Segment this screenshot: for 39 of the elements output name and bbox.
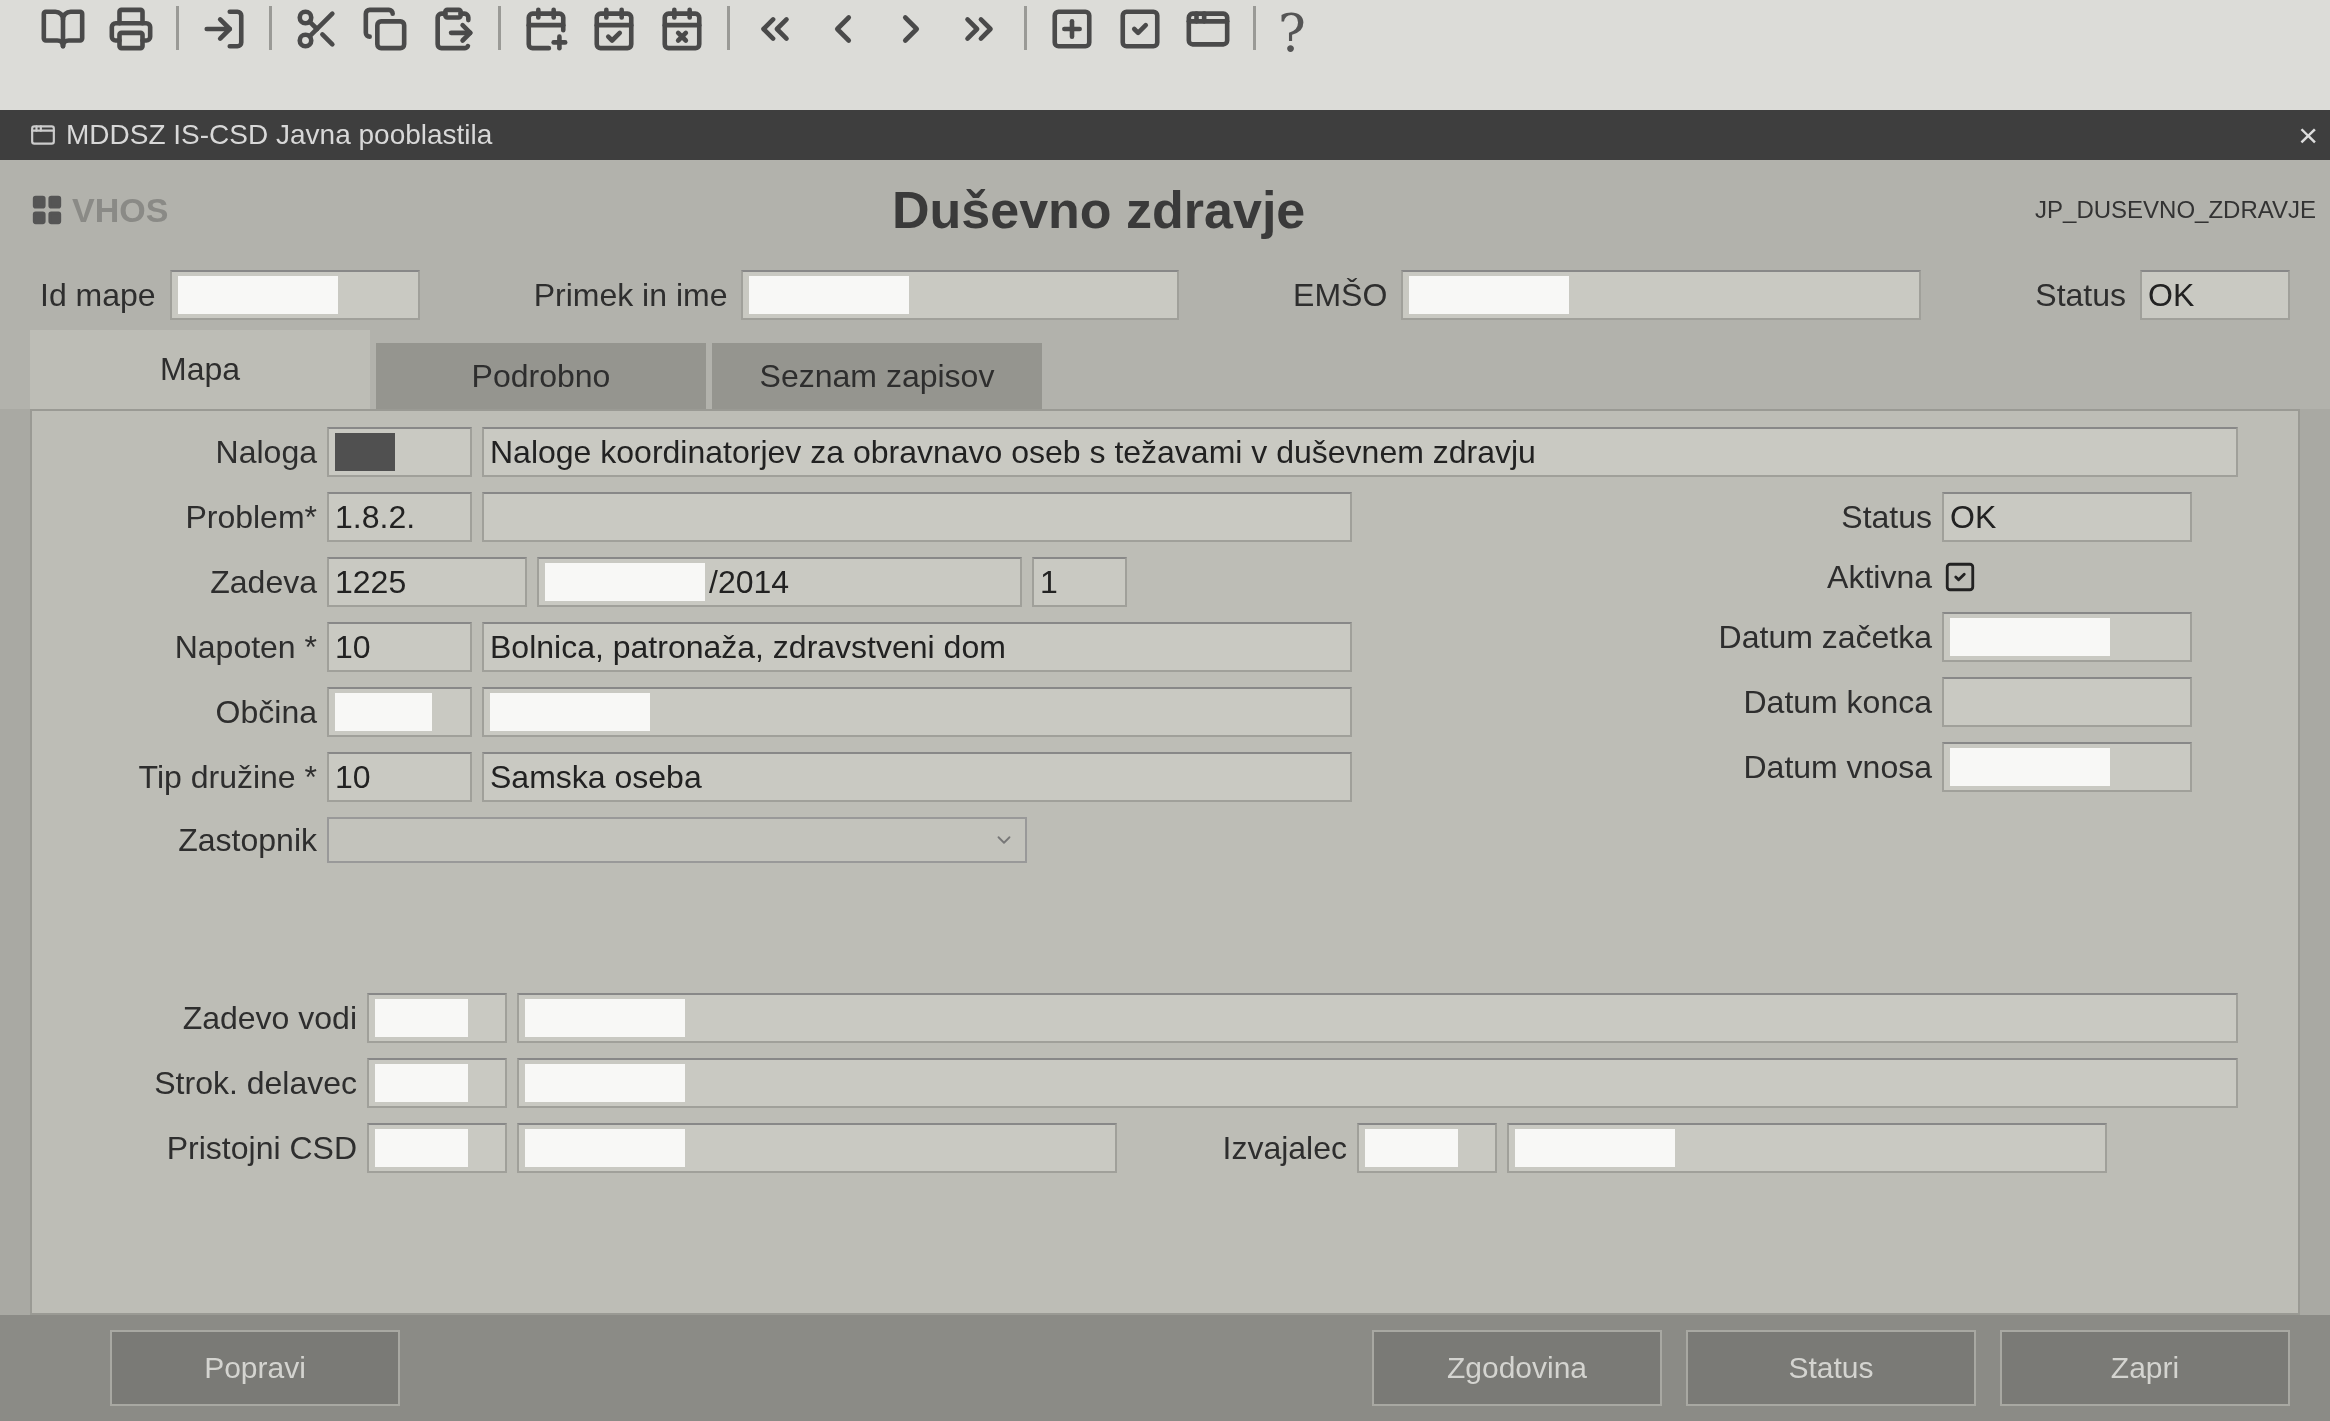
tab[interactable]: Mapa xyxy=(30,330,370,409)
input-field[interactable]: OK xyxy=(2140,270,2290,320)
field-label: Zadevo vodi xyxy=(181,999,357,1037)
field-label: Status xyxy=(2035,276,2126,314)
form-code: JP_DUSEVNO_ZDRAVJE xyxy=(2035,196,2316,224)
field-label: Zadeva xyxy=(209,563,317,601)
field-label: Strok. delavec xyxy=(153,1064,357,1102)
input-field[interactable]: Samska oseba xyxy=(482,752,1352,802)
field-label: Napoten * xyxy=(173,628,317,666)
field-label: Primek in ime xyxy=(533,276,728,314)
input-field[interactable]: 1 xyxy=(1032,557,1127,607)
tab[interactable]: Seznam zapisov xyxy=(712,343,1042,409)
field-label: Občina xyxy=(214,693,317,731)
input-field[interactable]: Bolnica, patronaža, zdravstveni dom xyxy=(482,622,1352,672)
field-label: Id mape xyxy=(40,276,156,314)
input-field[interactable]: OK xyxy=(1942,492,2192,542)
field-label: Pristojni CSD xyxy=(165,1129,357,1167)
input-field[interactable]: 1.8.2. xyxy=(327,492,472,542)
field-label: Datum konca xyxy=(1742,683,1932,721)
field-label: Aktivna xyxy=(1826,558,1932,596)
field-label: Izvajalec xyxy=(1221,1129,1347,1167)
field-label: Naloga xyxy=(214,433,317,471)
field-label: Datum začetka xyxy=(1717,618,1932,656)
input-field[interactable]: 10 xyxy=(327,752,472,802)
input-field[interactable]: Naloge koordinatorjev za obravnavo oseb s težavami v duševnem zdravju xyxy=(482,427,2238,477)
close-button[interactable]: × xyxy=(2298,115,2318,155)
field-label: Tip družine * xyxy=(137,758,317,796)
tab[interactable]: Podrobno xyxy=(376,343,706,409)
field-label: EMŠO xyxy=(1293,276,1388,314)
input-field[interactable]: /2014 xyxy=(537,557,1022,607)
input-field[interactable]: 1225 xyxy=(327,557,527,607)
input-field[interactable]: 10 xyxy=(327,622,472,672)
field-label: Problem* xyxy=(184,498,317,536)
field-label: Zastopnik xyxy=(177,821,317,859)
field-label: Status xyxy=(1840,498,1932,536)
help-button[interactable]: ? xyxy=(1278,6,1306,60)
form-title: Duševno zdravje xyxy=(892,180,1307,240)
field-label: Datum vnosa xyxy=(1742,748,1932,786)
window-title: MDDSZ IS-CSD Javna pooblastila xyxy=(66,119,494,151)
